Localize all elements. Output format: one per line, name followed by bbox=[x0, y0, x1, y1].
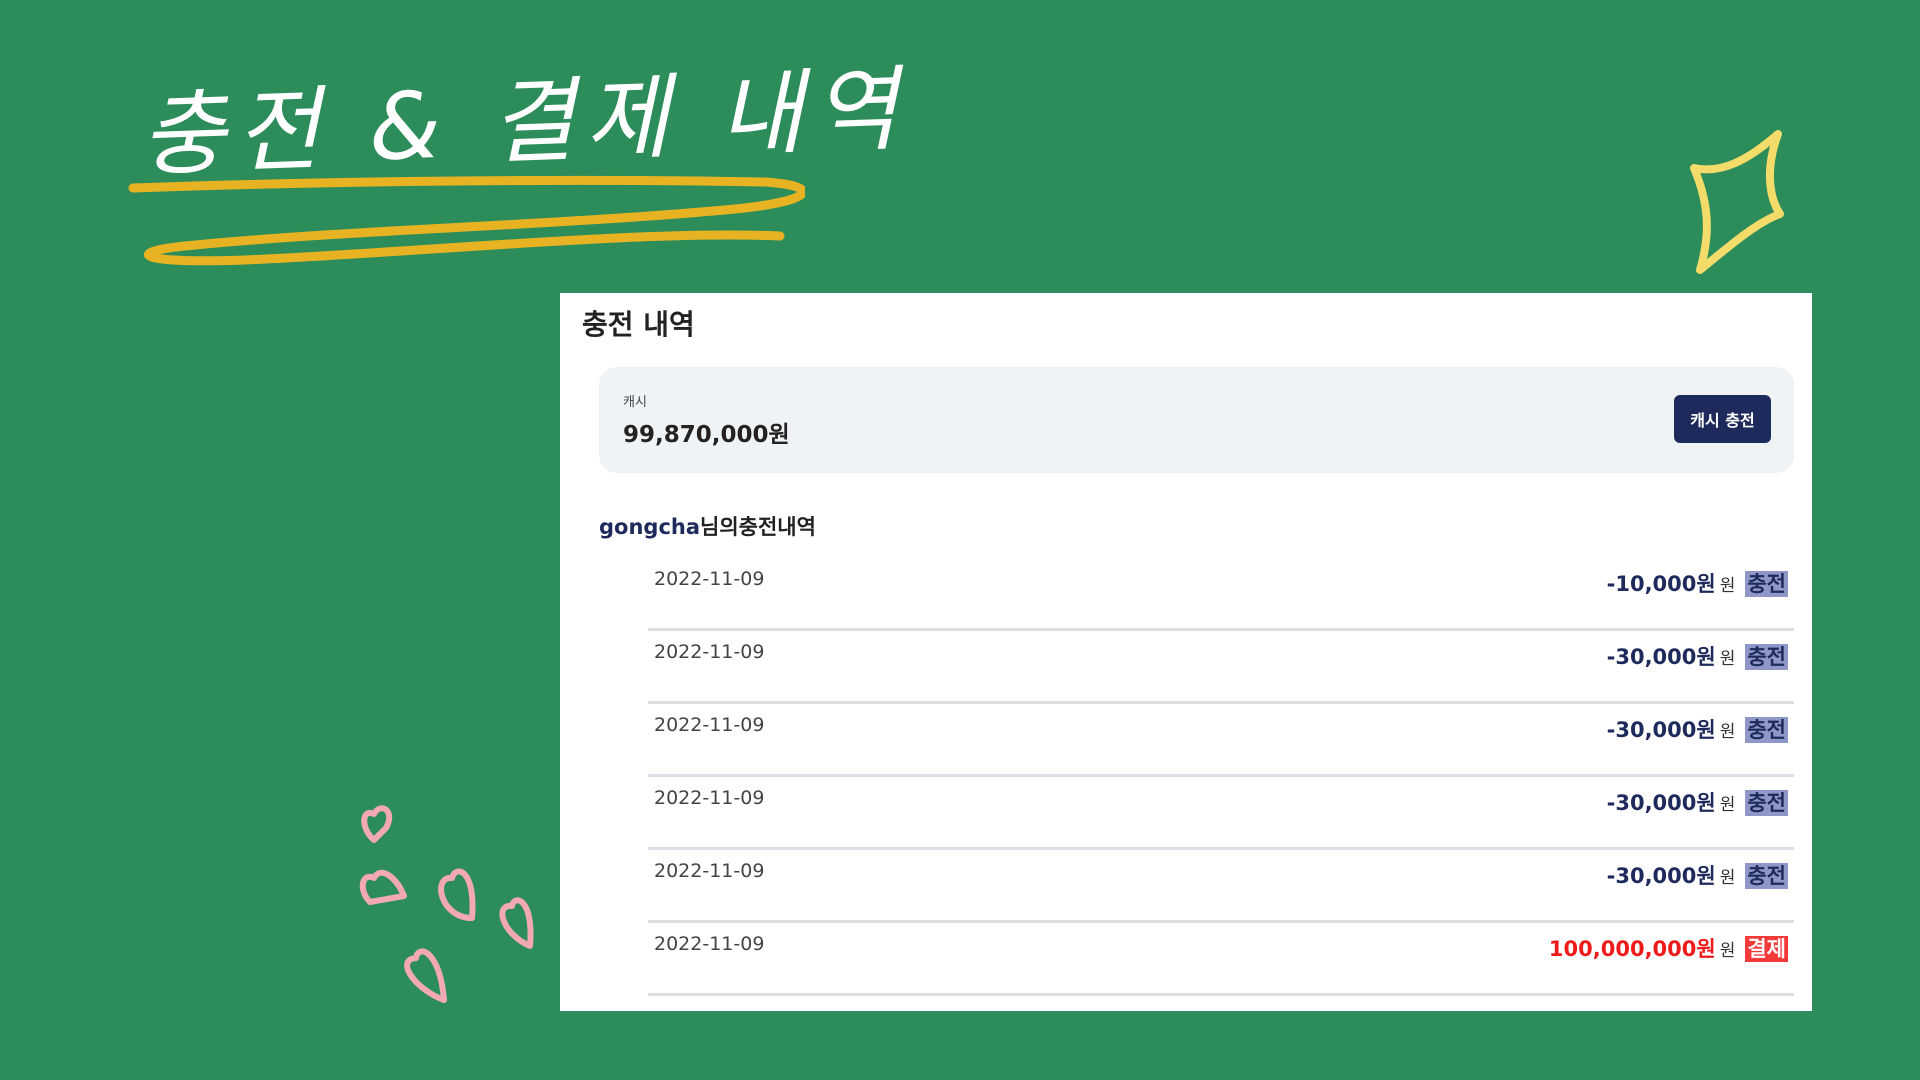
row-date: 2022-11-09 bbox=[654, 568, 765, 590]
cash-card: 캐시 99,870,000원 캐시 충전 bbox=[599, 367, 1794, 473]
heart-icon bbox=[499, 897, 534, 949]
row-unit: 원 bbox=[1719, 941, 1736, 961]
history-row: 2022-11-09 -30,000원 원 충전 bbox=[648, 631, 1794, 704]
history-list: 2022-11-09 -10,000원 원 충전 2022-11-09 -30,… bbox=[648, 558, 1794, 996]
row-date: 2022-11-09 bbox=[654, 860, 765, 882]
heart-icon bbox=[361, 805, 393, 843]
row-unit: 원 bbox=[1719, 649, 1736, 669]
row-unit: 원 bbox=[1719, 576, 1736, 596]
history-row: 2022-11-09 -30,000원 원 충전 bbox=[648, 777, 1794, 850]
row-amount: -30,000원 bbox=[1606, 718, 1716, 742]
charge-history-panel: 충전 내역 캐시 99,870,000원 캐시 충전 gongcha님의충전내역… bbox=[560, 293, 1812, 1011]
history-row: 2022-11-09 -30,000원 원 충전 bbox=[648, 850, 1794, 923]
row-unit: 원 bbox=[1719, 868, 1736, 888]
cash-charge-button[interactable]: 캐시 충전 bbox=[1674, 395, 1771, 443]
row-type-badge: 충전 bbox=[1745, 863, 1788, 889]
history-username: gongcha bbox=[599, 515, 701, 539]
history-row: 2022-11-09 -30,000원 원 충전 bbox=[648, 704, 1794, 777]
row-date: 2022-11-09 bbox=[654, 933, 765, 955]
row-date: 2022-11-09 bbox=[654, 641, 765, 663]
row-amount: -30,000원 bbox=[1606, 645, 1716, 669]
underline-scribble bbox=[128, 175, 805, 266]
row-type-badge: 충전 bbox=[1745, 717, 1788, 743]
row-amount: 100,000,000원 bbox=[1548, 937, 1716, 961]
row-amount: -30,000원 bbox=[1606, 864, 1716, 888]
row-unit: 원 bbox=[1719, 722, 1736, 742]
row-type-badge: 충전 bbox=[1745, 790, 1788, 816]
history-row: 2022-11-09 -10,000원 원 충전 bbox=[648, 558, 1794, 631]
heart-icon bbox=[359, 869, 407, 905]
heart-icon bbox=[404, 948, 447, 1003]
heart-icon bbox=[438, 868, 476, 921]
heart-icons bbox=[359, 805, 534, 1003]
row-type-badge: 결제 bbox=[1745, 936, 1788, 962]
cash-label: 캐시 bbox=[623, 395, 647, 410]
cash-amount: 99,870,000원 bbox=[623, 422, 790, 448]
row-date: 2022-11-09 bbox=[654, 787, 765, 809]
row-type-badge: 충전 bbox=[1745, 644, 1788, 670]
row-type-badge: 충전 bbox=[1745, 571, 1788, 597]
panel-title: 충전 내역 bbox=[582, 308, 695, 341]
history-heading-suffix: 님의충전내역 bbox=[700, 515, 816, 539]
row-date: 2022-11-09 bbox=[654, 714, 765, 736]
row-unit: 원 bbox=[1719, 795, 1736, 815]
sparkle-icon bbox=[1690, 130, 1784, 274]
history-row: 2022-11-09 100,000,000원 원 결제 bbox=[648, 923, 1794, 996]
row-amount: -30,000원 bbox=[1606, 791, 1716, 815]
history-heading: gongcha님의충전내역 bbox=[599, 511, 816, 541]
row-amount: -10,000원 bbox=[1606, 572, 1716, 596]
